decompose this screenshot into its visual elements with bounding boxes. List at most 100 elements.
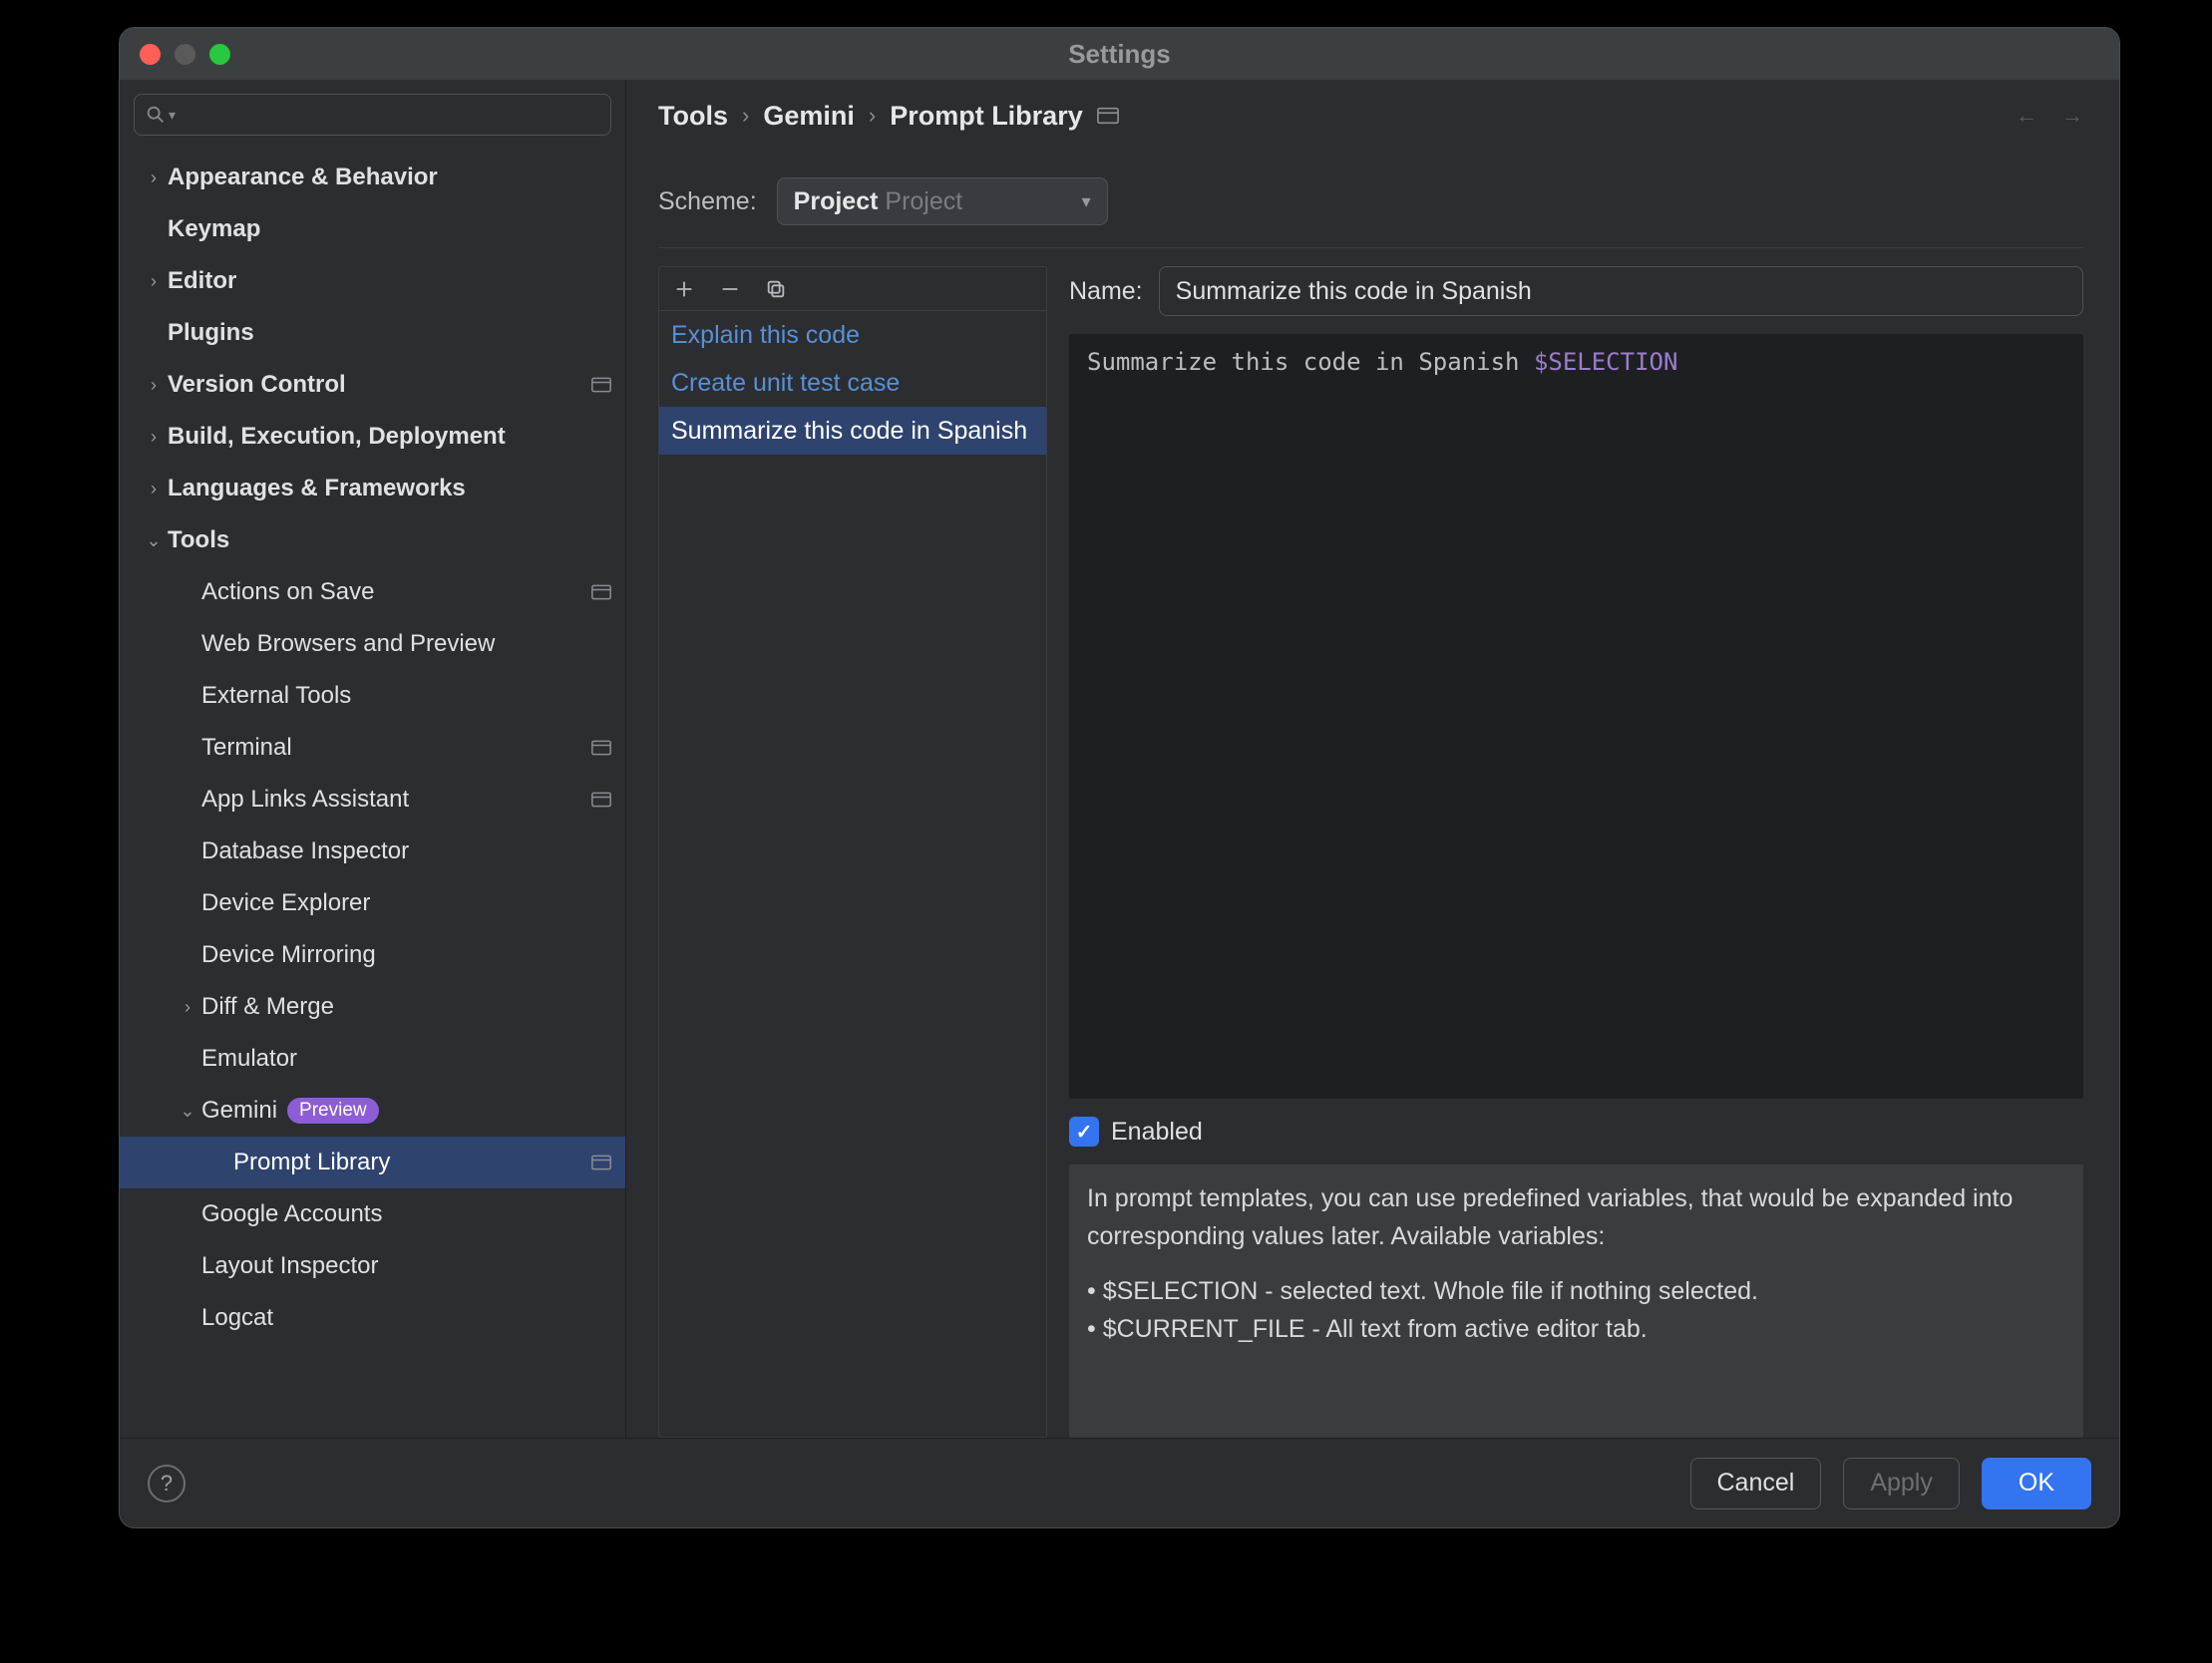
apply-button[interactable]: Apply [1843, 1458, 1960, 1509]
scheme-row: Scheme: Project Project ▾ [658, 177, 2083, 225]
sidebar-item-label: Terminal [201, 734, 292, 762]
sidebar-item-languages-frameworks[interactable]: ›Languages & Frameworks [120, 463, 625, 514]
sidebar-item-device-mirroring[interactable]: Device Mirroring [120, 929, 625, 981]
search-icon: ▾ [145, 104, 176, 126]
scope-project-icon [591, 740, 613, 756]
sidebar-item-gemini[interactable]: ⌄GeminiPreview [120, 1085, 625, 1137]
help-panel: In prompt templates, you can use predefi… [1069, 1164, 2083, 1438]
sidebar-item-label: Emulator [201, 1045, 297, 1073]
sidebar-item-label: Web Browsers and Preview [201, 630, 495, 658]
sidebar-item-emulator[interactable]: Emulator [120, 1033, 625, 1085]
breadcrumb-item[interactable]: Tools [658, 101, 728, 132]
settings-content: Tools › Gemini › Prompt Library ← → Sche… [626, 80, 2119, 1438]
sidebar-item-label: External Tools [201, 682, 351, 710]
chevron-down-icon: ▾ [1082, 191, 1091, 212]
main-area: ▾ ›Appearance & BehaviorKeymap›EditorPlu… [120, 80, 2119, 1438]
cancel-button[interactable]: Cancel [1690, 1458, 1822, 1509]
scope-project-icon [591, 792, 613, 808]
remove-icon[interactable] [719, 278, 741, 300]
sidebar-item-label: Device Mirroring [201, 941, 376, 969]
sidebar-item-plugins[interactable]: Plugins [120, 307, 625, 359]
preview-pill: Preview [287, 1098, 379, 1124]
sidebar-item-label: Appearance & Behavior [168, 164, 438, 191]
dialog-footer: ? Cancel Apply OK [120, 1438, 2119, 1527]
sidebar-item-label: Version Control [168, 371, 346, 399]
settings-search-input[interactable]: ▾ [134, 94, 611, 136]
prompt-list-toolbar [659, 267, 1046, 311]
sidebar-item-label: Tools [168, 526, 229, 554]
chevron-right-icon: › [140, 271, 168, 292]
sidebar-item-label: Plugins [168, 319, 254, 347]
sidebar-item-version-control[interactable]: ›Version Control [120, 359, 625, 411]
breadcrumb-item[interactable]: Gemini [763, 101, 855, 132]
scope-project-icon [591, 377, 613, 393]
chevron-down-icon: ⌄ [140, 530, 168, 551]
sidebar-item-device-explorer[interactable]: Device Explorer [120, 877, 625, 929]
settings-window: Settings ▾ ›Appearance & BehaviorKeymap›… [119, 27, 2120, 1528]
sidebar-item-diff-merge[interactable]: ›Diff & Merge [120, 981, 625, 1033]
window-title: Settings [120, 39, 2119, 70]
sidebar-item-actions-on-save[interactable]: Actions on Save [120, 566, 625, 618]
prompt-list-item[interactable]: Explain this code [659, 311, 1046, 359]
sidebar-item-external-tools[interactable]: External Tools [120, 670, 625, 722]
sidebar-item-label: Logcat [201, 1304, 273, 1332]
breadcrumb-row: Tools › Gemini › Prompt Library ← → [658, 82, 2083, 150]
prompt-body-textarea[interactable]: Summarize this code in Spanish $SELECTIO… [1069, 334, 2083, 1099]
help-intro: In prompt templates, you can use predefi… [1087, 1180, 2065, 1255]
enabled-row: ✓ Enabled [1069, 1117, 2083, 1147]
sidebar-item-label: Keymap [168, 215, 260, 243]
chevron-down-icon: ⌄ [174, 1101, 201, 1122]
prompt-body-plain: Summarize this code in Spanish [1087, 348, 1534, 376]
sidebar-item-database-inspector[interactable]: Database Inspector [120, 826, 625, 877]
sidebar-item-appearance-behavior[interactable]: ›Appearance & Behavior [120, 152, 625, 203]
help-icon[interactable]: ? [148, 1465, 185, 1502]
scheme-selected: Project [794, 187, 879, 215]
sidebar-item-label: App Links Assistant [201, 786, 409, 814]
prompt-name-input[interactable] [1159, 266, 2083, 316]
scheme-context: Project [885, 187, 962, 215]
sidebar-item-google-accounts[interactable]: Google Accounts [120, 1188, 625, 1240]
prompt-list-item[interactable]: Summarize this code in Spanish [659, 407, 1046, 455]
nav-forward-icon[interactable]: → [2061, 103, 2083, 129]
scheme-label: Scheme: [658, 187, 757, 216]
chevron-right-icon: › [140, 427, 168, 448]
nav-history: ← → [2016, 103, 2083, 129]
divider [658, 247, 2083, 248]
add-icon[interactable] [673, 278, 695, 300]
sidebar-item-tools[interactable]: ⌄Tools [120, 514, 625, 566]
chevron-right-icon: › [174, 997, 201, 1018]
chevron-right-icon: › [140, 479, 168, 499]
sidebar-item-layout-inspector[interactable]: Layout Inspector [120, 1240, 625, 1292]
scheme-select[interactable]: Project Project ▾ [777, 177, 1108, 225]
breadcrumb-item[interactable]: Prompt Library [890, 101, 1083, 132]
titlebar: Settings [120, 28, 2119, 80]
sidebar-item-label: Google Accounts [201, 1200, 382, 1228]
sidebar-item-label: Build, Execution, Deployment [168, 423, 506, 451]
copy-icon[interactable] [765, 278, 787, 300]
sidebar-item-web-browsers-and-preview[interactable]: Web Browsers and Preview [120, 618, 625, 670]
chevron-right-icon: › [869, 103, 876, 129]
sidebar-item-label: Database Inspector [201, 837, 409, 865]
breadcrumb: Tools › Gemini › Prompt Library [658, 101, 1119, 132]
sidebar-item-app-links-assistant[interactable]: App Links Assistant [120, 774, 625, 826]
ok-button[interactable]: OK [1982, 1458, 2091, 1509]
prompt-list-item[interactable]: Create unit test case [659, 359, 1046, 407]
chevron-right-icon: › [742, 103, 749, 129]
sidebar-item-logcat[interactable]: Logcat [120, 1292, 625, 1344]
sidebar-item-prompt-library[interactable]: Prompt Library [120, 1137, 625, 1188]
sidebar-item-label: Editor [168, 267, 236, 295]
sidebar-item-label: Diff & Merge [201, 993, 334, 1021]
sidebar-item-terminal[interactable]: Terminal [120, 722, 625, 774]
nav-back-icon[interactable]: ← [2016, 103, 2037, 129]
sidebar-item-label: Prompt Library [233, 1149, 390, 1176]
help-variable-item: $CURRENT_FILE - All text from active edi… [1087, 1311, 2065, 1349]
settings-sidebar: ▾ ›Appearance & BehaviorKeymap›EditorPlu… [120, 80, 626, 1438]
sidebar-item-editor[interactable]: ›Editor [120, 255, 625, 307]
sidebar-item-keymap[interactable]: Keymap [120, 203, 625, 255]
enabled-checkbox[interactable]: ✓ [1069, 1117, 1099, 1147]
enabled-label: Enabled [1111, 1118, 1203, 1147]
sidebar-item-build-execution-deployment[interactable]: ›Build, Execution, Deployment [120, 411, 625, 463]
sidebar-item-label: Device Explorer [201, 889, 370, 917]
scope-project-icon [591, 1155, 613, 1170]
prompt-items: Explain this codeCreate unit test caseSu… [659, 311, 1046, 1437]
